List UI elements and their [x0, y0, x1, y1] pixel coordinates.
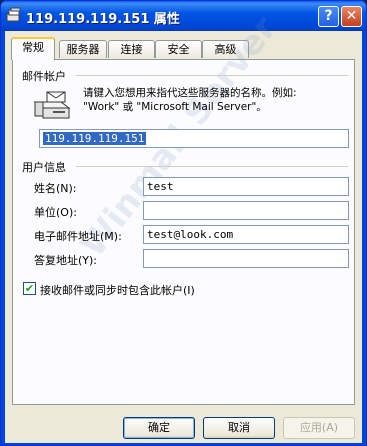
company-input[interactable]	[143, 201, 349, 220]
include-account-checkbox[interactable]: ✔	[23, 282, 36, 295]
account-name-input[interactable]: 119.119.119.151	[39, 129, 349, 148]
tab-servers[interactable]: 服务器	[59, 40, 107, 58]
include-account-label[interactable]: 接收邮件或同步时包含此帐户(I)	[40, 282, 195, 298]
email-label: 电子邮件地址(M):	[34, 230, 122, 243]
name-input[interactable]: test	[143, 177, 349, 196]
title-bar[interactable]: 119.119.119.151 属性 ? ✕	[1, 1, 366, 31]
properties-dialog: 119.119.119.151 属性 ? ✕ 常规 服务器 连接 安全 高级 W…	[0, 0, 367, 446]
email-input[interactable]: test@look.com	[143, 225, 349, 244]
reply-address-label: 答复地址(Y):	[34, 254, 98, 267]
window-title: 119.119.119.151 属性	[26, 12, 180, 27]
user-info-group-label: 用户信息	[22, 161, 66, 174]
close-button[interactable]: ✕	[341, 6, 362, 27]
window-frame-right	[362, 31, 366, 445]
mail-account-description-line2: "Work" 或 "Microsoft Mail Server"。	[83, 101, 267, 113]
company-label: 单位(O):	[34, 206, 77, 219]
dialog-client-area: 常规 服务器 连接 安全 高级 Winmail Server 邮件帐户 请键入您…	[5, 9, 362, 443]
mail-account-group-label: 邮件帐户	[22, 70, 66, 83]
tab-general[interactable]: 常规	[11, 37, 55, 60]
help-button[interactable]: ?	[318, 6, 339, 27]
mail-account-description-line1: 请键入您想用来指代这些服务器的名称。例如:	[83, 87, 297, 99]
tab-security[interactable]: 安全	[155, 40, 202, 58]
cancel-button[interactable]: 取消	[203, 417, 275, 439]
tab-advanced[interactable]: 高级	[202, 40, 249, 58]
tab-connection[interactable]: 连接	[108, 40, 155, 58]
apply-button[interactable]: 应用(A)	[283, 417, 355, 439]
user-info-divider	[76, 166, 348, 167]
mail-account-divider	[76, 75, 348, 76]
mail-account-icon	[6, 7, 21, 22]
mail-server-icon	[33, 91, 71, 119]
reply-address-input[interactable]	[143, 249, 349, 268]
ok-button[interactable]: 确定	[123, 417, 195, 439]
account-name-value: 119.119.119.151	[43, 132, 147, 145]
name-label: 姓名(N):	[34, 182, 77, 195]
general-tab-panel: Winmail Server 邮件帐户 请键入您想用来指代这些服务器的名称。例如…	[12, 9, 355, 405]
